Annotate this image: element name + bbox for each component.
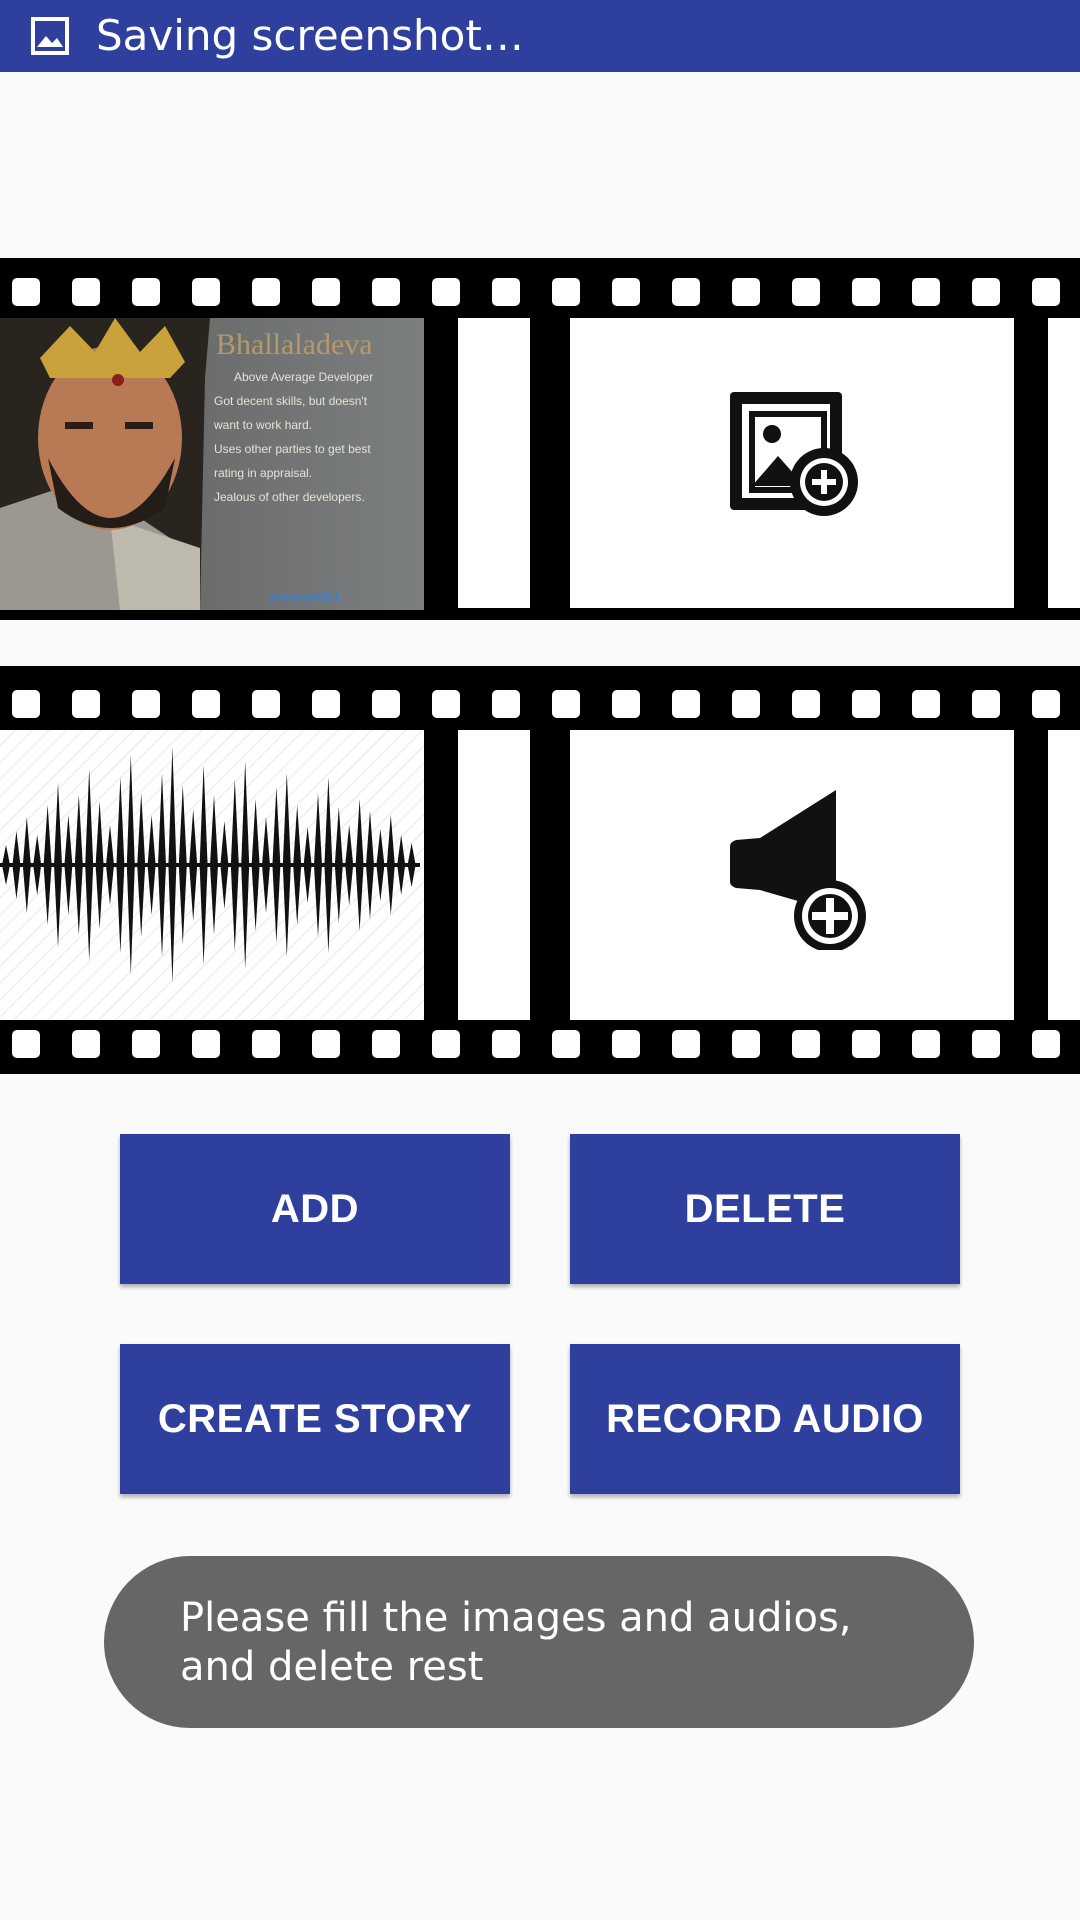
add-audio-icon xyxy=(726,790,876,952)
sprocket-hole xyxy=(12,1030,40,1058)
sprocket-hole xyxy=(672,690,700,718)
sprocket-hole xyxy=(1032,690,1060,718)
sprocket-hole xyxy=(252,690,280,718)
image-icon xyxy=(30,16,70,56)
sprocket-hole xyxy=(792,690,820,718)
sprocket-hole xyxy=(732,278,760,306)
add-button[interactable]: ADD xyxy=(120,1134,510,1284)
add-audio-slot[interactable] xyxy=(570,730,1014,1020)
portrait-line: want to work hard. xyxy=(214,418,313,432)
sprocket-hole xyxy=(72,278,100,306)
portrait-watermark: www.geekit xyxy=(268,588,339,604)
sprocket-hole xyxy=(852,1030,880,1058)
image-slot-empty xyxy=(458,318,530,608)
portrait-line: Got decent skills, but doesn't xyxy=(214,394,368,408)
sprocket-row xyxy=(0,1026,1080,1066)
sprocket-hole xyxy=(72,690,100,718)
sprocket-hole xyxy=(192,278,220,306)
sprocket-hole xyxy=(972,1030,1000,1058)
sprocket-hole xyxy=(312,690,340,718)
sprocket-row xyxy=(0,686,1080,726)
sprocket-hole xyxy=(912,690,940,718)
portrait-line: Above Average Developer xyxy=(234,370,374,384)
sprocket-hole xyxy=(12,278,40,306)
portrait-title: Bhallaladeva xyxy=(216,328,373,361)
image-slot-filled[interactable]: Bhallaladeva Above Average Developer Got… xyxy=(0,318,424,610)
sprocket-hole xyxy=(492,278,520,306)
delete-button[interactable]: DELETE xyxy=(570,1134,960,1284)
sprocket-hole xyxy=(132,690,160,718)
sprocket-hole xyxy=(432,278,460,306)
add-image-slot[interactable] xyxy=(570,318,1014,608)
status-bar: Saving screenshot… xyxy=(0,0,1080,72)
sprocket-hole xyxy=(552,278,580,306)
audio-film-strip xyxy=(0,666,1080,1074)
sprocket-hole xyxy=(612,1030,640,1058)
toast: Please fill the images and audios, and d… xyxy=(104,1556,974,1728)
portrait-line: Jealous of other developers. xyxy=(214,490,365,504)
sprocket-hole xyxy=(672,1030,700,1058)
audio-slot-filled[interactable] xyxy=(0,730,424,1020)
sprocket-hole xyxy=(312,278,340,306)
sprocket-hole xyxy=(552,690,580,718)
portrait-lines: Above Average Developer Got decent skill… xyxy=(214,370,424,504)
sprocket-hole xyxy=(732,690,760,718)
sprocket-hole xyxy=(792,278,820,306)
sprocket-hole xyxy=(792,1030,820,1058)
portrait-line: Uses other parties to get best xyxy=(214,442,371,456)
portrait-line: rating in appraisal. xyxy=(214,466,313,480)
sprocket-hole xyxy=(492,1030,520,1058)
sprocket-hole xyxy=(432,1030,460,1058)
sprocket-row xyxy=(0,274,1080,314)
create-story-button[interactable]: CREATE STORY xyxy=(120,1344,510,1494)
toast-message: Please fill the images and audios, and d… xyxy=(180,1595,852,1690)
sprocket-hole xyxy=(732,1030,760,1058)
sprocket-hole xyxy=(612,690,640,718)
sprocket-hole xyxy=(132,1030,160,1058)
sprocket-hole xyxy=(252,1030,280,1058)
sprocket-hole xyxy=(72,1030,100,1058)
sprocket-hole xyxy=(372,690,400,718)
image-film-strip: Bhallaladeva Above Average Developer Got… xyxy=(0,258,1080,620)
add-image-icon xyxy=(722,386,862,526)
sprocket-hole xyxy=(972,690,1000,718)
sprocket-hole xyxy=(852,278,880,306)
sprocket-hole xyxy=(192,1030,220,1058)
sprocket-hole xyxy=(372,278,400,306)
sprocket-hole xyxy=(252,278,280,306)
status-text: Saving screenshot… xyxy=(96,11,524,60)
audio-slot-edge xyxy=(1048,730,1080,1020)
sprocket-hole xyxy=(972,278,1000,306)
sprocket-hole xyxy=(432,690,460,718)
record-audio-button[interactable]: RECORD AUDIO xyxy=(570,1344,960,1494)
audio-waveform xyxy=(0,747,420,983)
audio-slot-empty xyxy=(458,730,530,1020)
sprocket-hole xyxy=(372,1030,400,1058)
sprocket-hole xyxy=(552,1030,580,1058)
sprocket-hole xyxy=(912,278,940,306)
sprocket-hole xyxy=(492,690,520,718)
sprocket-hole xyxy=(912,1030,940,1058)
sprocket-hole xyxy=(852,690,880,718)
sprocket-hole xyxy=(672,278,700,306)
sprocket-hole xyxy=(132,278,160,306)
sprocket-hole xyxy=(312,1030,340,1058)
sprocket-row xyxy=(0,616,1080,620)
sprocket-hole xyxy=(1032,278,1060,306)
sprocket-hole xyxy=(12,690,40,718)
sprocket-hole xyxy=(192,690,220,718)
image-slot-edge xyxy=(1048,318,1080,608)
sprocket-hole xyxy=(612,278,640,306)
sprocket-hole xyxy=(1032,1030,1060,1058)
